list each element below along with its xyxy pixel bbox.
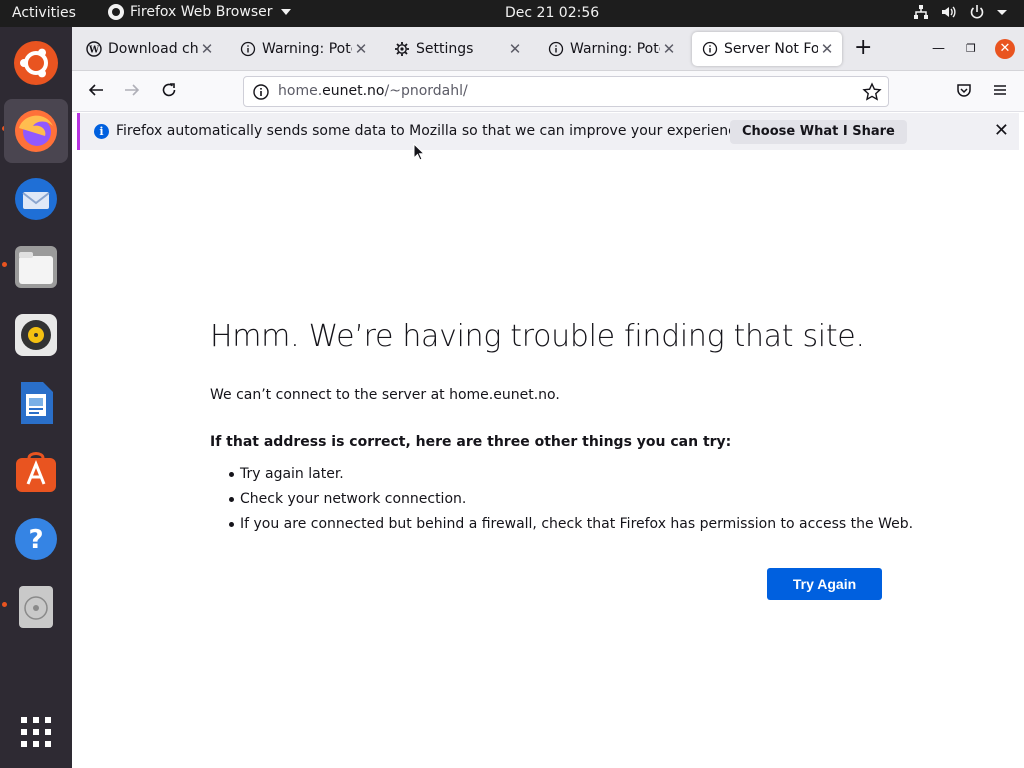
svg-text:W: W (88, 46, 100, 56)
close-icon[interactable]: ✕ (818, 40, 836, 58)
show-applications-button[interactable] (4, 700, 68, 764)
suggestions-heading: If that address is correct, here are thr… (210, 434, 732, 450)
window-close-button[interactable]: ✕ (995, 39, 1015, 59)
data-collection-notification: i Firefox automatically sends some data … (77, 113, 1019, 150)
tab-warning[interactable]: Warning: Poter ✕ (230, 32, 376, 66)
gnome-top-bar: Activities Firefox Web Browser Dec 21 02… (0, 0, 1024, 27)
notification-message: Firefox automatically sends some data to… (116, 123, 749, 139)
dock-item-ubuntu-software[interactable] (4, 439, 68, 503)
new-tab-button[interactable]: + (854, 37, 872, 59)
pocket-icon (957, 84, 971, 97)
thunderbird-icon (15, 178, 57, 220)
error-description: We can’t connect to the server at home.e… (210, 387, 560, 403)
list-item: Try again later. (210, 465, 913, 490)
wordpress-icon: W (86, 41, 102, 57)
chevron-down-icon (280, 9, 291, 15)
tab-title: Warning: Poter (570, 41, 660, 57)
activities-button[interactable]: Activities (12, 5, 76, 21)
tab-warning[interactable]: Warning: Poter ✕ (538, 32, 684, 66)
error-title: Hmm. We’re having trouble finding that s… (210, 319, 865, 354)
dock-item-optical-drive[interactable] (4, 575, 68, 639)
ubuntu-logo-icon (14, 41, 58, 85)
tab-strip: W Download chn ✕ Warning: Poter ✕ Settin… (72, 27, 1024, 71)
power-icon[interactable] (968, 3, 986, 21)
try-again-button[interactable]: Try Again (767, 568, 882, 600)
page-content: Hmm. We’re having trouble finding that s… (72, 153, 1024, 768)
address-bar[interactable]: home.eunet.no/~pnordahl/ (243, 76, 889, 107)
info-icon (240, 41, 256, 57)
system-tray[interactable] (912, 3, 1014, 21)
pocket-button[interactable] (953, 81, 975, 103)
dock: ? (0, 27, 72, 768)
tab-title: Download chn (108, 41, 198, 57)
star-icon[interactable] (862, 82, 882, 102)
navigation-toolbar: home.eunet.no/~pnordahl/ (72, 71, 1024, 112)
mouse-cursor-icon (413, 143, 425, 161)
close-icon[interactable]: ✕ (506, 40, 524, 58)
reload-button[interactable] (158, 81, 180, 103)
menu-button[interactable] (989, 81, 1011, 103)
tab-download[interactable]: W Download chn ✕ (76, 32, 222, 66)
list-item: Check your network connection. (210, 490, 913, 515)
optical-drive-icon (19, 586, 53, 628)
info-icon (548, 41, 564, 57)
reload-icon (162, 83, 176, 97)
dock-item-help[interactable]: ? (4, 507, 68, 571)
tab-title: Settings (416, 41, 474, 57)
firefox-icon (108, 4, 124, 20)
url-text[interactable]: home.eunet.no/~pnordahl/ (278, 83, 468, 99)
chevron-down-icon[interactable] (996, 3, 1014, 21)
dock-item-firefox[interactable] (4, 99, 68, 163)
dock-item-files[interactable] (4, 235, 68, 299)
tab-settings[interactable]: Settings ✕ (384, 32, 530, 66)
info-icon[interactable] (252, 83, 270, 101)
svg-text:?: ? (28, 525, 43, 555)
info-icon: i (94, 124, 109, 139)
app-menu[interactable]: Firefox Web Browser (108, 4, 291, 20)
info-icon (702, 41, 718, 57)
app-grid-icon (21, 717, 51, 747)
close-icon[interactable]: ✕ (352, 40, 370, 58)
firefox-icon (15, 110, 57, 152)
gear-icon (395, 42, 409, 56)
dock-item-libreoffice-writer[interactable] (4, 371, 68, 435)
network-icon[interactable] (912, 3, 930, 21)
tab-title: Warning: Poter (262, 41, 352, 57)
dock-item-ubuntu[interactable] (4, 31, 68, 95)
ubuntu-software-icon (16, 452, 56, 492)
forward-button[interactable] (121, 81, 143, 103)
arrow-right-icon (125, 84, 140, 96)
volume-icon[interactable] (940, 3, 958, 21)
list-item: If you are connected but behind a firewa… (210, 515, 913, 540)
files-icon (15, 246, 57, 288)
back-button[interactable] (85, 81, 107, 103)
tab-title: Server Not Fou (724, 41, 818, 57)
dock-item-rhythmbox[interactable] (4, 303, 68, 367)
libreoffice-writer-icon (21, 382, 53, 424)
close-icon[interactable]: ✕ (660, 40, 678, 58)
maximize-icon[interactable]: ❐ (966, 42, 976, 55)
choose-what-i-share-button[interactable]: Choose What I Share (730, 120, 907, 144)
rhythmbox-icon (15, 314, 57, 356)
app-menu-label: Firefox Web Browser (130, 4, 273, 20)
close-icon[interactable]: ✕ (994, 120, 1009, 141)
suggestions-list: Try again later. Check your network conn… (210, 465, 913, 540)
dock-item-thunderbird[interactable] (4, 167, 68, 231)
arrow-left-icon (88, 84, 103, 96)
close-icon[interactable]: ✕ (198, 40, 216, 58)
hamburger-menu-icon (994, 85, 1006, 95)
help-icon: ? (15, 518, 57, 560)
clock[interactable]: Dec 21 02:56 (505, 5, 599, 21)
minimize-icon[interactable]: — (932, 41, 945, 56)
tab-server-not-found[interactable]: Server Not Fou ✕ (692, 32, 842, 66)
